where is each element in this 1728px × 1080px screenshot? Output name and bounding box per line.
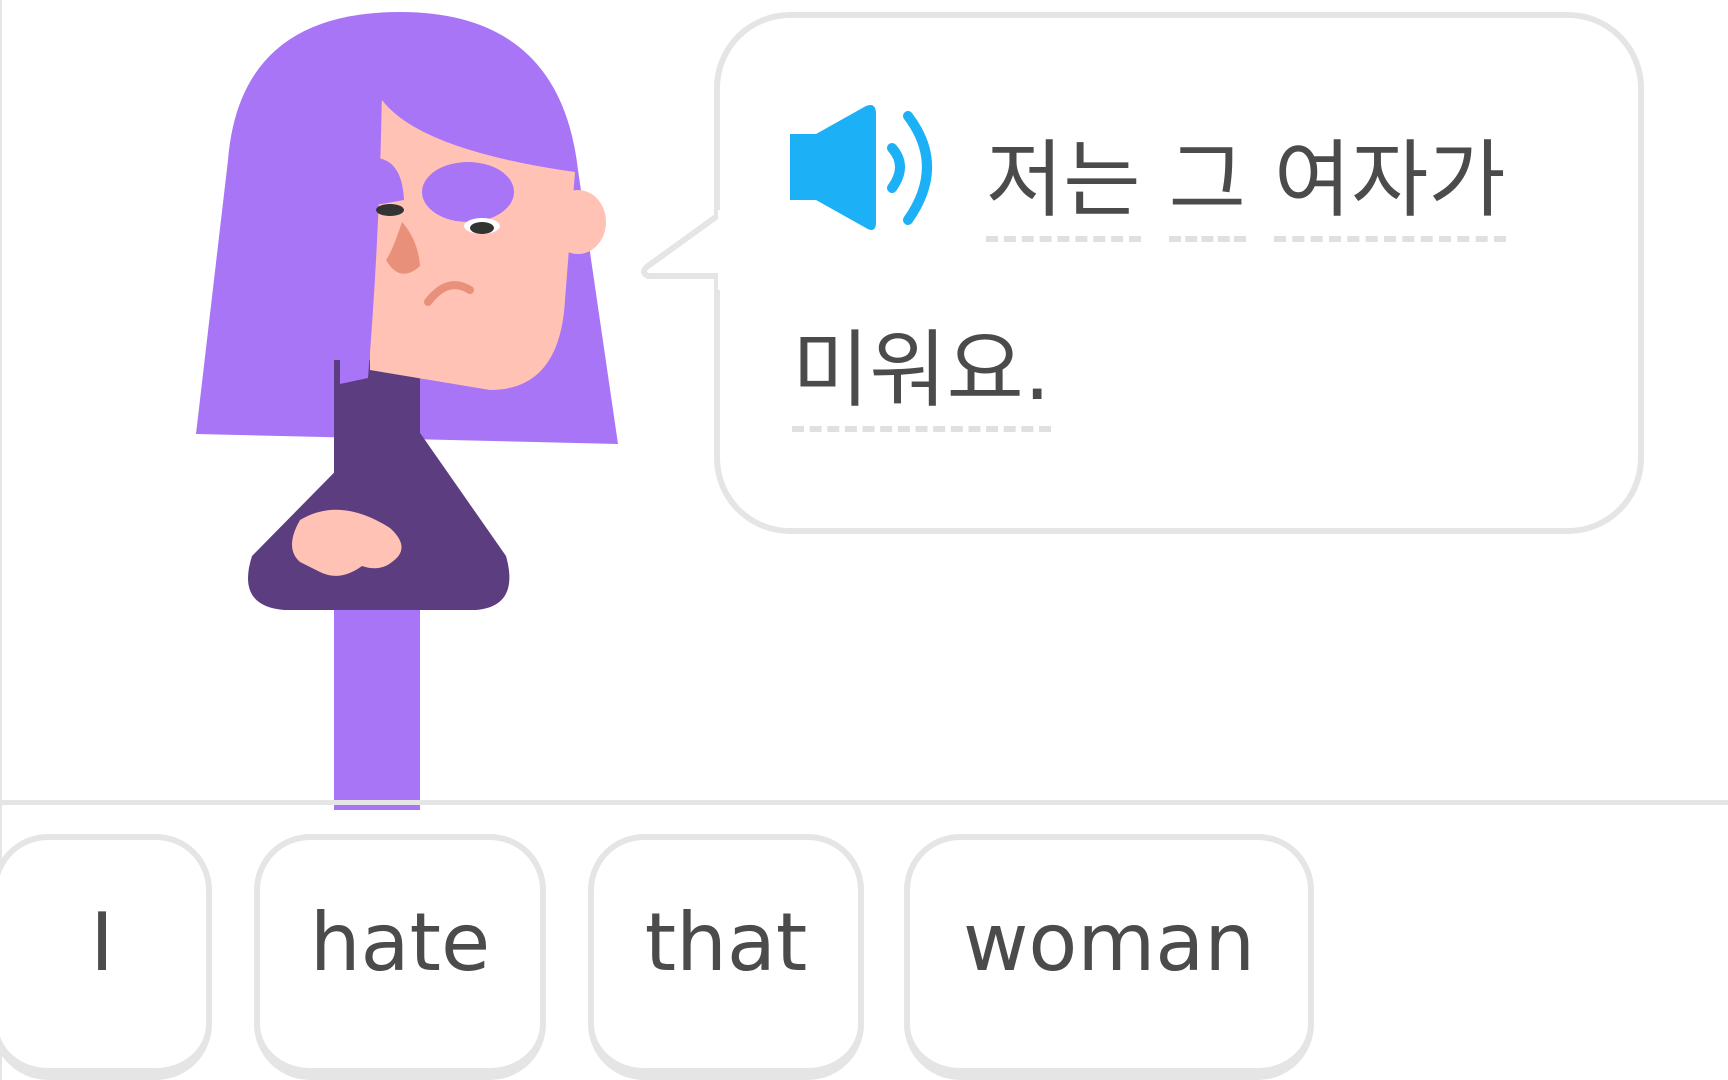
word-tile-label: hate <box>309 896 491 989</box>
word-tile-label: woman <box>962 896 1256 989</box>
prompt-word[interactable]: 여자가 <box>1273 130 1506 242</box>
word-tile[interactable]: woman <box>904 834 1314 1080</box>
lesson-stage: 저는 그 여자가 미워요. I hate that woman <box>0 0 1728 1080</box>
word-tile[interactable]: I <box>0 834 212 1080</box>
answer-divider <box>0 800 1728 805</box>
word-tile-label: that <box>644 896 808 989</box>
word-tile-label: I <box>90 896 114 989</box>
speech-bubble <box>714 12 1644 534</box>
speech-bubble-tail <box>641 210 724 290</box>
speaker-icon[interactable] <box>786 104 950 234</box>
word-tile[interactable]: that <box>588 834 864 1080</box>
character-illustration <box>196 12 618 810</box>
prompt-sentence-line1: 저는 그 여자가 <box>986 130 1506 242</box>
prompt-word[interactable]: 저는 <box>986 130 1141 242</box>
prompt-word[interactable]: 미워요. <box>792 320 1051 432</box>
word-tile[interactable]: hate <box>254 834 546 1080</box>
prompt-word[interactable]: 그 <box>1168 130 1246 242</box>
prompt-sentence-line2: 미워요. <box>792 320 1051 432</box>
